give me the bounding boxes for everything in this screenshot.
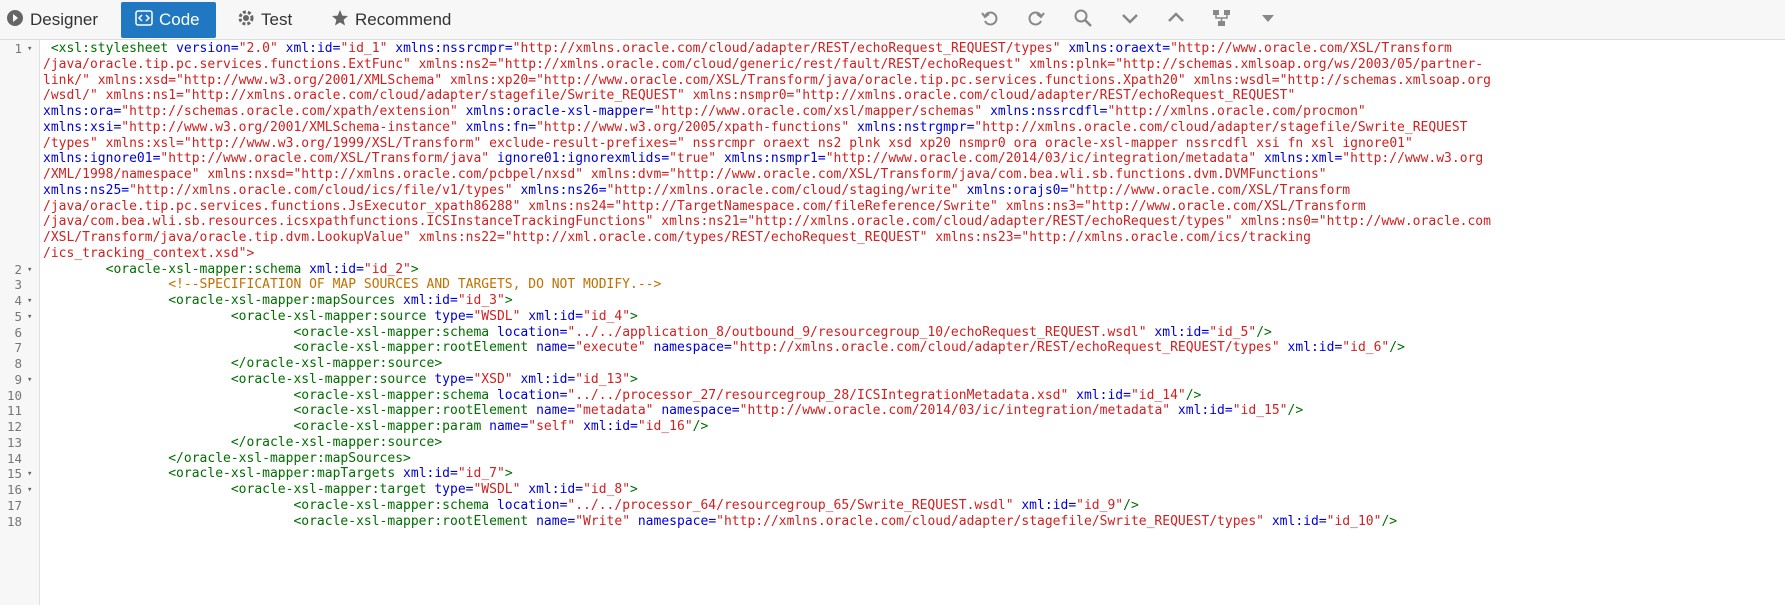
code-line[interactable]: 18 <oracle-xsl-mapper:rootElement name="… [0, 513, 1785, 531]
gear-icon [237, 9, 255, 32]
code-icon [135, 9, 153, 32]
more-options-button[interactable] [1255, 8, 1281, 32]
chevron-up-icon [1166, 8, 1186, 33]
code-text: <oracle-xsl-mapper:rootElement name="Wri… [293, 513, 1398, 529]
undo-icon [980, 8, 1000, 33]
undo-button[interactable] [977, 8, 1003, 32]
caret-down-icon [1258, 8, 1278, 33]
tree-icon [1212, 8, 1232, 33]
tab-designer-label: Designer [30, 10, 99, 29]
redo-icon [1026, 8, 1046, 33]
tab-code-label: Code [159, 10, 200, 29]
tab-recommend-label: Recommend [355, 10, 452, 29]
star-icon [331, 9, 349, 32]
tab-code[interactable]: Code [121, 2, 216, 38]
tree-view-button[interactable] [1209, 8, 1235, 32]
redo-button[interactable] [1023, 8, 1049, 32]
search-icon [1073, 8, 1093, 33]
tab-test-label: Test [261, 10, 293, 29]
search-button[interactable] [1070, 8, 1096, 32]
tab-designer[interactable]: Designer [6, 2, 98, 38]
circle-arrow-icon [6, 9, 24, 32]
find-previous-button[interactable] [1163, 8, 1189, 32]
tab-recommend[interactable]: Recommend [331, 2, 451, 38]
line-number: 18 [6, 513, 22, 529]
find-next-button[interactable] [1117, 8, 1143, 32]
chevron-down-icon [1120, 8, 1140, 33]
tab-test[interactable]: Test [237, 2, 292, 38]
code-editor[interactable]: 1 ▾ <xsl:stylesheet version="2.0" xml:id=… [0, 40, 1785, 605]
editor-toolbar: Designer Code Test Recommend [0, 0, 1785, 40]
